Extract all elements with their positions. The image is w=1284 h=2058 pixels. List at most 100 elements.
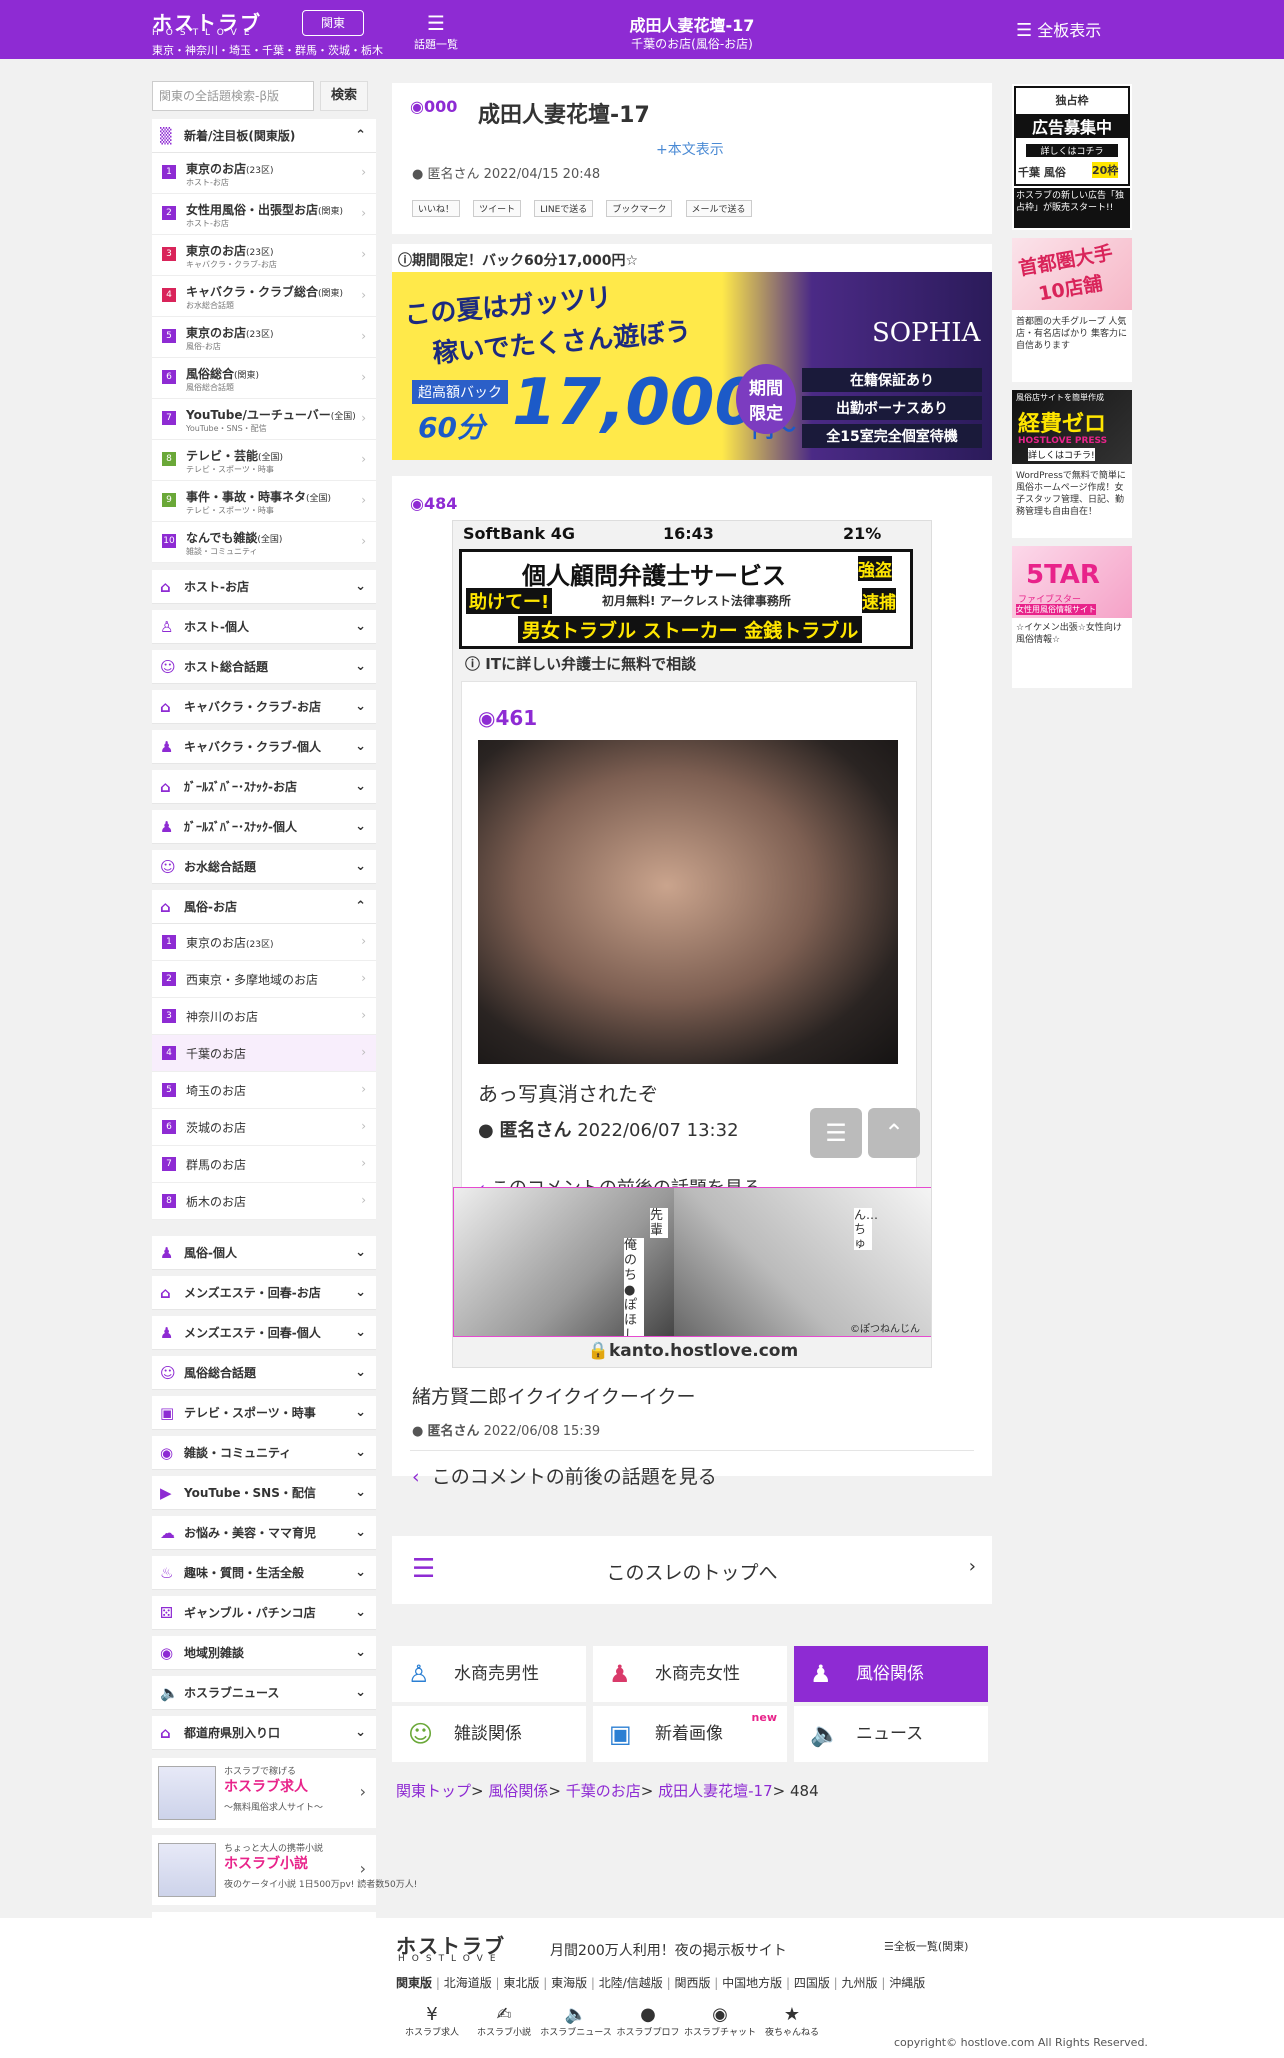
region-link[interactable]: 中国地方版 xyxy=(722,1976,782,1990)
footer-app-link[interactable]: ● ホスラブプロフ xyxy=(612,2004,684,2038)
category-header[interactable]: ⌂ 風俗-お店 ⌃ xyxy=(152,890,376,924)
region-link[interactable]: 九州版 xyxy=(842,1976,878,1990)
category-header[interactable]: ♟ ｶﾞｰﾙｽﾞﾊﾞｰ･ｽﾅｯｸ-個人 ⌄ xyxy=(152,810,376,844)
nav-fuzoku[interactable]: ♟ 風俗関係 xyxy=(794,1646,988,1702)
category-header[interactable]: ⌂ ホスト-お店 ⌄ xyxy=(152,570,376,604)
region-link[interactable]: 四国版 xyxy=(794,1976,830,1990)
chevron-down-icon: ⌄ xyxy=(355,779,366,794)
category-header[interactable]: ▶ YouTube・SNS・配信 ⌄ xyxy=(152,1476,376,1510)
footer-app-link[interactable]: ◉ ホスラブチャット xyxy=(684,2004,756,2038)
breadcrumb-item[interactable]: 風俗関係 xyxy=(488,1782,548,1800)
female-icon: ♟ xyxy=(810,1660,832,1688)
category-label: ｶﾞｰﾙｽﾞﾊﾞｰ･ｽﾅｯｸ-お店 xyxy=(184,780,297,794)
category-header[interactable]: ⚄ ギャンブル・パチンコ店 ⌄ xyxy=(152,1596,376,1630)
cloud-icon: ☁ xyxy=(160,1524,175,1542)
category-header[interactable]: ♟ キャバクラ・クラブ-個人 ⌄ xyxy=(152,730,376,764)
home-icon: ⌂ xyxy=(160,698,171,716)
hot-board-category: ホスト-お店 xyxy=(186,219,229,228)
sub-board-item[interactable]: 4 千葉のお店 › xyxy=(152,1035,376,1072)
category-header[interactable]: ☺ お水総合話題 ⌄ xyxy=(152,850,376,884)
sub-board-item[interactable]: 8 栃木のお店 › xyxy=(152,1183,376,1220)
footer-app-link[interactable]: ★ 夜ちゃんねる xyxy=(756,2004,828,2038)
hot-board-item[interactable]: 6 風俗総合(関東) 風俗総合話題 › xyxy=(152,358,376,399)
site-footer: ホストラブ HOSTLOVE 月間200万人利用！夜の掲示板サイト ☰全板一覧(… xyxy=(0,1918,1284,2058)
nav-host-male[interactable]: ♙ 水商売男性 xyxy=(392,1646,586,1702)
attached-image[interactable]: SoftBank 4G 16:43 21% 個人顧問弁護士サービス 助けてー! … xyxy=(452,520,932,1368)
region-link[interactable]: 北海道版 xyxy=(444,1976,492,1990)
category-header[interactable]: 🔈 ホスラブニュース ⌄ xyxy=(152,1676,376,1710)
category-header[interactable]: ♙ ホスト-個人 ⌄ xyxy=(152,610,376,644)
footer-app-label: ホスラブプロフ xyxy=(616,2028,680,2038)
thread-top-button[interactable]: ☰ このスレのトップへ › xyxy=(392,1536,992,1604)
footer-app-link[interactable]: ✍ ホスラブ小説 xyxy=(468,2004,540,2038)
category-header[interactable]: ♟ 風俗-個人 ⌄ xyxy=(152,1236,376,1270)
right-ad-3[interactable]: 風俗店サイトを簡単作成 経費ゼロ HOSTLOVE PRESS 詳しくはコチラ!… xyxy=(1012,390,1132,538)
tweet-button[interactable]: ツイート xyxy=(473,200,522,217)
show-body-link[interactable]: +本文表示 xyxy=(656,139,724,159)
chevron-right-icon: › xyxy=(361,971,366,985)
category-header[interactable]: ♨ 趣味・質問・生活全般 ⌄ xyxy=(152,1556,376,1590)
mail-button[interactable]: メールで送る xyxy=(685,200,752,217)
hot-board-item[interactable]: 10 なんでも雑談(全国) 雑談・コミュニティ › xyxy=(152,522,376,563)
hot-board-item[interactable]: 3 東京のお店(23区) キャバクラ・クラブ-お店 › xyxy=(152,235,376,276)
hot-board-item[interactable]: 4 キャバクラ・クラブ総合(関東) お水総合話題 › xyxy=(152,276,376,317)
search-button[interactable]: 検索 xyxy=(320,81,368,111)
sub-board-item[interactable]: 5 埼玉のお店 › xyxy=(152,1072,376,1109)
region-link[interactable]: 東北版 xyxy=(503,1976,539,1990)
sub-board-item[interactable]: 1 東京のお店(23区) › xyxy=(152,924,376,961)
region-button[interactable]: 関東 xyxy=(302,10,364,36)
category-header[interactable]: ◉ 地域別雑談 ⌄ xyxy=(152,1636,376,1670)
rank-badge: 5 xyxy=(162,329,176,343)
category-header[interactable]: ☺ 風俗総合話題 ⌄ xyxy=(152,1356,376,1390)
category-header[interactable]: ⌂ ｶﾞｰﾙｽﾞﾊﾞｰ･ｽﾅｯｸ-お店 ⌄ xyxy=(152,770,376,804)
nav-new-images[interactable]: ▣ 新着画像 new xyxy=(593,1706,787,1762)
region-link[interactable]: 沖縄版 xyxy=(889,1976,925,1990)
sub-board-item[interactable]: 7 群馬のお店 › xyxy=(152,1146,376,1183)
category-header[interactable]: ⌂ メンズエステ・回春-お店 ⌄ xyxy=(152,1276,376,1310)
hot-board-item[interactable]: 7 YouTube/ユーチューバー(全国) YouTube・SNS・配信 › xyxy=(152,399,376,440)
hot-board-item[interactable]: 9 事件・事故・時事ネタ(全国) テレビ・スポーツ・時事 › xyxy=(152,481,376,522)
category-header[interactable]: ▣ テレビ・スポーツ・時事 ⌄ xyxy=(152,1396,376,1430)
breadcrumb-item[interactable]: 関東トップ xyxy=(396,1782,471,1800)
all-boards-button[interactable]: ☰ 全板表示 xyxy=(1016,17,1101,41)
bookmark-button[interactable]: ブックマーク xyxy=(606,200,673,217)
right-ad-2[interactable]: 首都圏大手 10店舗 首都圏の大手グループ 人気店・有名店ばかり 集客力に自信あ… xyxy=(1012,238,1132,382)
search-input[interactable]: 関東の全話題検索-β版 xyxy=(152,81,314,111)
region-link[interactable]: 関西版 xyxy=(674,1976,710,1990)
ad-banner-image[interactable]: この夏はガッツリ 稼いでたくさん遊ぼう 超高額バック 60分 17,000 円〜… xyxy=(392,272,992,460)
category-header[interactable]: ☁ お悩み・美容・ママ育児 ⌄ xyxy=(152,1516,376,1550)
breadcrumb-item[interactable]: 成田人妻花壇-17 xyxy=(658,1782,773,1800)
topics-button[interactable]: ☰ 話題一覧 xyxy=(408,10,464,52)
sub-board-item[interactable]: 6 茨城のお店 › xyxy=(152,1109,376,1146)
category-header[interactable]: ♟ メンズエステ・回春-個人 ⌄ xyxy=(152,1316,376,1350)
region-link[interactable]: 東海版 xyxy=(551,1976,587,1990)
right-ad-1[interactable]: 独占枠 広告募集中 詳しくはコチラ 千葉 風俗 20枠 ホスラブの新しい広告「独… xyxy=(1012,84,1132,230)
right-ad-4[interactable]: 5TAR ファイブスター 女性用風俗情報サイト ☆イケメン出張☆女性向け風俗情報… xyxy=(1012,546,1132,688)
breadcrumb-item[interactable]: 千葉のお店 xyxy=(566,1782,641,1800)
region-link[interactable]: 北陸/信越版 xyxy=(599,1976,663,1990)
line-button[interactable]: LINEで送る xyxy=(534,200,594,217)
category-header[interactable]: ⌂ 都道府県別入り口 ⌄ xyxy=(152,1716,376,1750)
category-label: 風俗-個人 xyxy=(184,1246,237,1260)
nav-news[interactable]: 🔈 ニュース xyxy=(794,1706,988,1762)
footer-app-link[interactable]: 🔈 ホスラブニュース xyxy=(540,2004,612,2038)
footer-all-boards[interactable]: ☰全板一覧(関東) xyxy=(884,1938,968,1954)
lock-icon: 🔒 xyxy=(587,1341,609,1361)
sidebar-banner[interactable]: ホスラブで稼げる ホスラブ求人 〜無料風俗求人サイト〜 › xyxy=(152,1758,376,1828)
yen-icon: ¥ xyxy=(426,2004,438,2025)
sidebar-hot-header[interactable]: ▒ 新着/注目板(関東版) ⌃ xyxy=(152,119,376,153)
hot-board-item[interactable]: 2 女性用風俗・出張型お店(関東) ホスト-お店 › xyxy=(152,194,376,235)
like-button[interactable]: いいね！ xyxy=(412,200,461,217)
category-header[interactable]: ◉ 雑談・コミュニティ ⌄ xyxy=(152,1436,376,1470)
nav-chat[interactable]: ☺ 雑談関係 xyxy=(392,1706,586,1762)
sub-board-item[interactable]: 2 西東京・多摩地域のお店 › xyxy=(152,961,376,998)
context-link[interactable]: ‹ このコメントの前後の話題を見る xyxy=(412,1462,717,1489)
category-header[interactable]: ☺ ホスト総合話題 ⌄ xyxy=(152,650,376,684)
hot-board-item[interactable]: 5 東京のお店(23区) 風俗-お店 › xyxy=(152,317,376,358)
sub-board-item[interactable]: 3 神奈川のお店 › xyxy=(152,998,376,1035)
category-header[interactable]: ⌂ キャバクラ・クラブ-お店 ⌄ xyxy=(152,690,376,724)
footer-app-link[interactable]: ¥ ホスラブ求人 xyxy=(396,2004,468,2038)
sidebar-banner[interactable]: ちょっと大人の携帯小説 ホスラブ小説 夜のケータイ小説 1日500万pv! 読者数5… xyxy=(152,1835,417,1905)
hot-board-item[interactable]: 8 テレビ・芸能(全国) テレビ・スポーツ・時事 › xyxy=(152,440,376,481)
hot-board-item[interactable]: 1 東京のお店(23区) ホスト-お店 › xyxy=(152,153,376,194)
